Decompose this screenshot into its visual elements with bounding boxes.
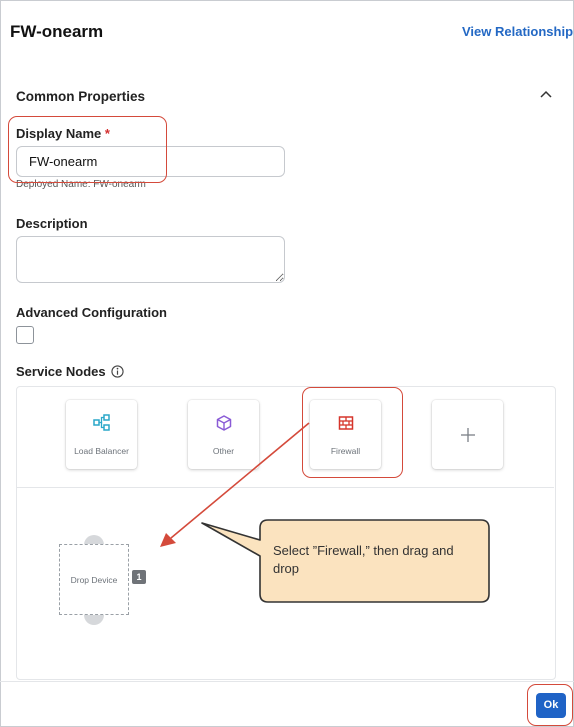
tile-load-balancer[interactable]: Load Balancer: [66, 400, 137, 469]
advanced-configuration-checkbox[interactable]: [16, 326, 34, 344]
tile-load-balancer-label: Load Balancer: [74, 446, 129, 456]
service-nodes-label: Service Nodes: [16, 364, 106, 379]
section-title: Common Properties: [16, 89, 146, 104]
advanced-configuration-label: Advanced Configuration: [16, 305, 167, 320]
canvas-divider: [16, 487, 554, 488]
load-balancer-icon: [92, 414, 110, 431]
description-label: Description: [16, 216, 88, 231]
plus-icon: [460, 428, 475, 442]
info-icon[interactable]: [111, 365, 124, 378]
ok-highlight: [527, 684, 573, 726]
tile-other[interactable]: Other: [188, 400, 259, 469]
description-input[interactable]: [16, 236, 285, 283]
tile-other-label: Other: [212, 446, 235, 456]
chevron-up-icon[interactable]: [536, 84, 556, 104]
tile-add[interactable]: [432, 400, 503, 469]
callout-text: Select ”Firewall,” then drag and drop: [273, 543, 454, 576]
display-name-highlight: [8, 116, 167, 183]
cube-icon: [216, 415, 231, 431]
drop-device-node[interactable]: Drop Device: [59, 544, 129, 615]
view-relationship-link[interactable]: View Relationship: [462, 24, 573, 39]
drop-device-label: Drop Device: [70, 575, 118, 585]
node-count-badge: 1: [132, 570, 146, 584]
footer-divider: [0, 681, 574, 682]
page-title: FW-onearm: [10, 22, 104, 41]
firewall-highlight: [302, 387, 403, 478]
